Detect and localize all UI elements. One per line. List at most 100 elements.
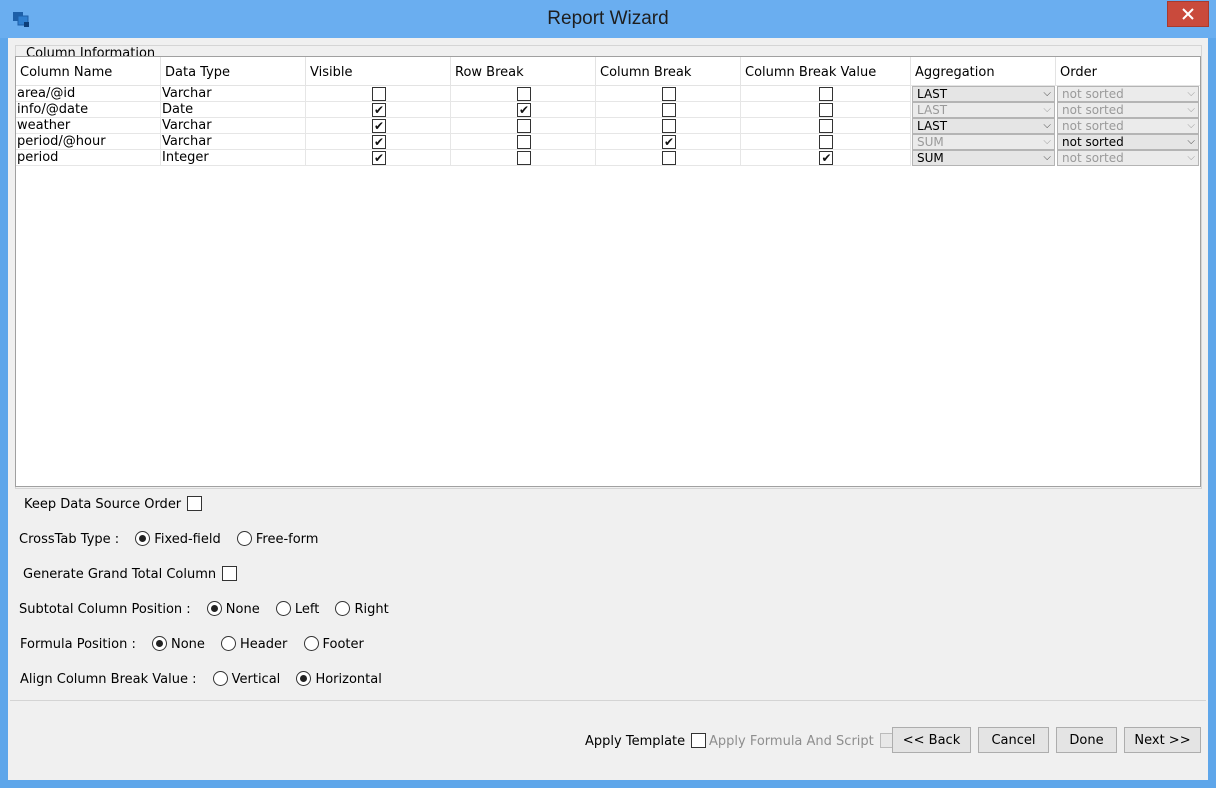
column-break-checkbox[interactable] — [661, 150, 676, 165]
radio-subtotal-right-label: Right — [354, 602, 389, 617]
radio-subtotal-none[interactable]: None — [206, 601, 260, 617]
cell-data-type: Varchar — [161, 86, 306, 102]
footer-separator — [10, 700, 1206, 701]
header-order[interactable]: Order — [1056, 57, 1200, 86]
radio-align-vertical[interactable]: Vertical — [212, 671, 281, 687]
radio-align-horizontal[interactable]: Horizontal — [296, 671, 382, 687]
apply-template-checkbox[interactable] — [691, 733, 707, 748]
row-break-cell — [451, 150, 596, 166]
column-break-value-cell — [741, 118, 911, 134]
row-break-checkbox[interactable] — [516, 134, 531, 149]
header-aggregation[interactable]: Aggregation — [911, 57, 1056, 86]
column-break-cell — [596, 86, 741, 102]
radio-subtotal-left[interactable]: Left — [275, 601, 319, 617]
radio-fixed-field[interactable]: Fixed-field — [135, 531, 221, 547]
header-column-break[interactable]: Column Break — [596, 57, 741, 86]
back-button[interactable]: << Back — [892, 727, 971, 753]
radio-icon — [303, 636, 319, 651]
column-break-cell — [596, 118, 741, 134]
row-break-cell — [451, 86, 596, 102]
visible-checkbox[interactable] — [371, 86, 386, 101]
visible-cell — [306, 134, 451, 150]
title-bar[interactable]: Report Wizard — [0, 0, 1216, 38]
visible-checkbox[interactable] — [371, 118, 386, 133]
column-break-checkbox[interactable] — [661, 134, 676, 149]
header-visible[interactable]: Visible — [306, 57, 451, 86]
row-break-cell — [451, 134, 596, 150]
radio-icon — [275, 601, 291, 616]
chevron-down-icon: ⌵ — [1043, 104, 1051, 115]
table-row[interactable]: period/@hourVarchar SUM ⌵ not sorted ⌵ — [16, 134, 1200, 150]
column-break-value-checkbox[interactable] — [819, 118, 833, 133]
radio-formula-header[interactable]: Header — [221, 636, 287, 652]
row-break-checkbox[interactable] — [516, 150, 531, 165]
radio-formula-footer-label: Footer — [322, 637, 364, 652]
order-select-value: not sorted — [1062, 135, 1124, 149]
close-button[interactable] — [1167, 1, 1209, 27]
table-row[interactable]: weatherVarchar LAST ⌵ not sorted ⌵ — [16, 118, 1200, 134]
keep-order-checkbox[interactable] — [187, 496, 203, 511]
radio-formula-footer[interactable]: Footer — [303, 636, 364, 652]
align-break-value-option: Align Column Break Value : Vertical Hori… — [20, 671, 382, 687]
cell-column-name: area/@id — [16, 86, 161, 102]
radio-free-form-label: Free-form — [255, 532, 319, 547]
grand-total-label: Generate Grand Total Column — [23, 567, 217, 582]
radio-align-horizontal-label: Horizontal — [315, 672, 382, 687]
radio-subtotal-none-label: None — [225, 602, 260, 617]
table-row[interactable]: area/@id Varchar LAST ⌵ not sorted ⌵ — [16, 86, 1200, 102]
aggregation-select-value: SUM — [917, 151, 944, 165]
column-break-checkbox[interactable] — [661, 118, 676, 133]
order-select: not sorted ⌵ — [1057, 102, 1199, 118]
aggregation-select[interactable]: SUM ⌵ — [912, 150, 1055, 166]
aggregation-select[interactable]: LAST ⌵ — [912, 118, 1055, 134]
crosstab-type-label: CrossTab Type : — [19, 532, 120, 547]
header-row-break[interactable]: Row Break — [451, 57, 596, 86]
cell-column-name: info/@date — [16, 102, 161, 118]
column-break-value-checkbox[interactable] — [819, 134, 833, 149]
radio-icon — [236, 531, 252, 546]
column-break-value-cell — [741, 102, 911, 118]
row-break-checkbox[interactable] — [516, 102, 531, 117]
visible-cell — [306, 102, 451, 118]
radio-icon — [296, 671, 312, 686]
cell-column-name: period/@hour — [16, 134, 161, 150]
next-button[interactable]: Next >> — [1124, 727, 1201, 753]
radio-align-vertical-label: Vertical — [231, 672, 281, 687]
done-button[interactable]: Done — [1056, 727, 1117, 753]
radio-formula-header-label: Header — [240, 637, 288, 652]
radio-subtotal-right[interactable]: Right — [335, 601, 389, 617]
column-break-value-checkbox[interactable] — [819, 102, 833, 117]
grand-total-checkbox[interactable] — [222, 566, 238, 581]
chevron-down-icon: ⌵ — [1187, 120, 1195, 131]
cancel-button[interactable]: Cancel — [978, 727, 1049, 753]
chevron-down-icon: ⌵ — [1043, 120, 1051, 131]
aggregation-select[interactable]: LAST ⌵ — [912, 86, 1055, 102]
row-break-checkbox[interactable] — [516, 86, 531, 101]
formula-position-label: Formula Position : — [20, 637, 136, 652]
column-table[interactable]: Column Name Data Type Visible Row Break … — [15, 56, 1201, 487]
header-column-break-value[interactable]: Column Break Value — [741, 57, 911, 86]
row-break-checkbox[interactable] — [516, 118, 531, 133]
column-break-cell — [596, 102, 741, 118]
aggregation-select-value: SUM — [917, 135, 944, 149]
column-break-value-checkbox[interactable] — [819, 86, 833, 101]
radio-free-form[interactable]: Free-form — [236, 531, 319, 547]
column-break-value-checkbox[interactable] — [819, 150, 833, 165]
column-break-value-cell — [741, 150, 911, 166]
visible-checkbox[interactable] — [371, 134, 386, 149]
column-break-checkbox[interactable] — [661, 86, 676, 101]
window-title: Report Wizard — [547, 8, 669, 29]
close-icon — [1182, 8, 1194, 20]
order-select[interactable]: not sorted ⌵ — [1057, 134, 1199, 150]
visible-cell — [306, 150, 451, 166]
grand-total-option: Generate Grand Total Column — [23, 566, 238, 582]
header-data-type[interactable]: Data Type — [161, 57, 306, 86]
table-row[interactable]: periodInteger SUM ⌵ not sorted ⌵ — [16, 150, 1200, 166]
column-break-checkbox[interactable] — [661, 102, 676, 117]
radio-icon — [206, 601, 222, 616]
header-column-name[interactable]: Column Name — [16, 57, 161, 86]
visible-checkbox[interactable] — [371, 102, 386, 117]
radio-formula-none[interactable]: None — [151, 636, 205, 652]
table-row[interactable]: info/@dateDate LAST ⌵ not sorted ⌵ — [16, 102, 1200, 118]
visible-checkbox[interactable] — [371, 150, 386, 165]
